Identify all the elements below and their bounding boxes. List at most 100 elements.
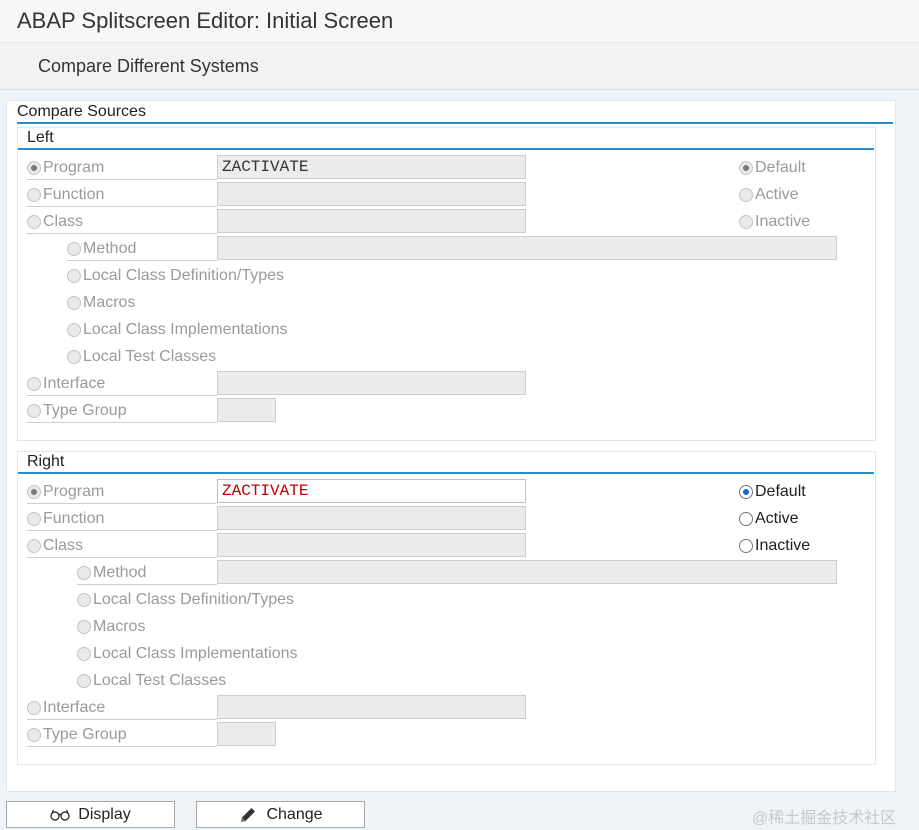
right-interface-field[interactable] [217,695,526,719]
left-group-divider [18,148,874,150]
radio-empty-icon [739,512,753,526]
left-class-radio[interactable]: Class [27,211,217,234]
right-macros-label: Macros [93,618,146,635]
left-local-class-impl-radio[interactable]: Local Class Implementations [67,319,288,341]
right-method-label: Method [93,564,147,581]
radio-empty-icon [77,566,91,580]
compare-different-systems-button[interactable]: Compare Different Systems [38,56,259,77]
right-class-field[interactable] [217,533,526,557]
left-interface-radio[interactable]: Interface [27,373,217,396]
radio-empty-icon [739,215,753,229]
left-program-field[interactable]: ZACTIVATE [217,155,526,179]
left-interface-field[interactable] [217,371,526,395]
right-local-test-radio[interactable]: Local Test Classes [77,670,226,692]
right-group-divider [18,472,874,474]
right-interface-label: Interface [43,699,106,716]
left-function-radio[interactable]: Function [27,184,217,207]
left-program-label: Program [43,159,105,176]
radio-empty-icon [67,350,81,364]
right-type-group-label: Type Group [43,726,127,743]
left-class-label: Class [43,213,84,230]
right-program-field[interactable]: ZACTIVATE [217,479,526,503]
left-function-field[interactable] [217,182,526,206]
right-program-label: Program [43,483,105,500]
glasses-icon [50,809,70,821]
right-local-test-label: Local Test Classes [93,672,227,689]
right-method-radio[interactable]: Method [77,562,217,585]
left-local-test-label: Local Test Classes [83,348,217,365]
right-class-label: Class [43,537,84,554]
left-active-label: Active [755,186,799,203]
left-active-radio[interactable]: Active [739,184,799,206]
display-button-label: Display [78,805,131,823]
right-program-radio[interactable]: Program [27,481,217,504]
right-active-label: Active [755,510,799,527]
left-local-class-impl-label: Local Class Implementations [83,321,288,338]
radio-empty-icon [27,728,41,742]
right-local-class-def-radio[interactable]: Local Class Definition/Types [77,589,294,611]
right-class-radio[interactable]: Class [27,535,217,558]
title-bar: ABAP Splitscreen Editor: Initial Screen [0,0,919,43]
compare-sources-panel: Compare Sources Left Program ZACTIVATE F… [6,100,896,792]
left-inactive-label: Inactive [755,213,811,230]
left-default-radio[interactable]: Default [739,157,806,179]
left-function-label: Function [43,186,105,203]
right-local-class-impl-radio[interactable]: Local Class Implementations [77,643,298,665]
right-default-radio[interactable]: Default [739,481,806,503]
radio-empty-icon [739,188,753,202]
left-type-group-field[interactable] [217,398,276,422]
right-type-group-field[interactable] [217,722,276,746]
right-default-label: Default [755,483,806,500]
change-button-label: Change [266,805,323,823]
radio-empty-icon [67,269,81,283]
left-default-label: Default [755,159,806,176]
right-interface-radio[interactable]: Interface [27,697,217,720]
radio-empty-icon [27,539,41,553]
right-function-radio[interactable]: Function [27,508,217,531]
right-function-field[interactable] [217,506,526,530]
right-macros-radio[interactable]: Macros [77,616,145,638]
radio-empty-icon [27,215,41,229]
radio-selected-icon [739,161,753,175]
radio-empty-icon [27,404,41,418]
radio-selected-icon [739,485,753,499]
compare-sources-title: Compare Sources [17,103,146,120]
left-type-group-radio[interactable]: Type Group [27,400,217,423]
right-inactive-radio[interactable]: Inactive [739,535,810,557]
left-class-field[interactable] [217,209,526,233]
compare-sources-divider [17,122,893,124]
left-inactive-radio[interactable]: Inactive [739,211,810,233]
right-function-label: Function [43,510,105,527]
change-button[interactable]: Change [196,801,365,828]
right-active-radio[interactable]: Active [739,508,799,530]
display-button[interactable]: Display [6,801,175,828]
radio-empty-icon [27,188,41,202]
radio-empty-icon [27,512,41,526]
left-method-field[interactable] [217,236,837,260]
right-method-field[interactable] [217,560,837,584]
window-title: ABAP Splitscreen Editor: Initial Screen [17,8,394,33]
radio-empty-icon [67,296,81,310]
radio-empty-icon [77,593,91,607]
radio-empty-icon [67,323,81,337]
radio-empty-icon [67,242,81,256]
application-toolbar: Compare Different Systems [0,43,919,90]
left-group-title: Left [27,129,54,146]
radio-empty-icon [27,701,41,715]
radio-empty-icon [77,620,91,634]
radio-selected-icon [27,161,41,175]
left-type-group-label: Type Group [43,402,127,419]
right-local-class-def-label: Local Class Definition/Types [93,591,294,608]
pencil-icon [238,805,258,825]
left-local-class-def-label: Local Class Definition/Types [83,267,284,284]
right-inactive-label: Inactive [755,537,811,554]
left-local-class-def-radio[interactable]: Local Class Definition/Types [67,265,284,287]
left-local-test-radio[interactable]: Local Test Classes [67,346,216,368]
left-method-radio[interactable]: Method [67,238,217,261]
left-program-radio[interactable]: Program [27,157,217,180]
right-type-group-radio[interactable]: Type Group [27,724,217,747]
left-macros-radio[interactable]: Macros [67,292,135,314]
left-group: Left Program ZACTIVATE Function Class Me… [17,127,876,441]
watermark: @稀土掘金技术社区 [752,810,897,827]
right-local-class-impl-label: Local Class Implementations [93,645,298,662]
